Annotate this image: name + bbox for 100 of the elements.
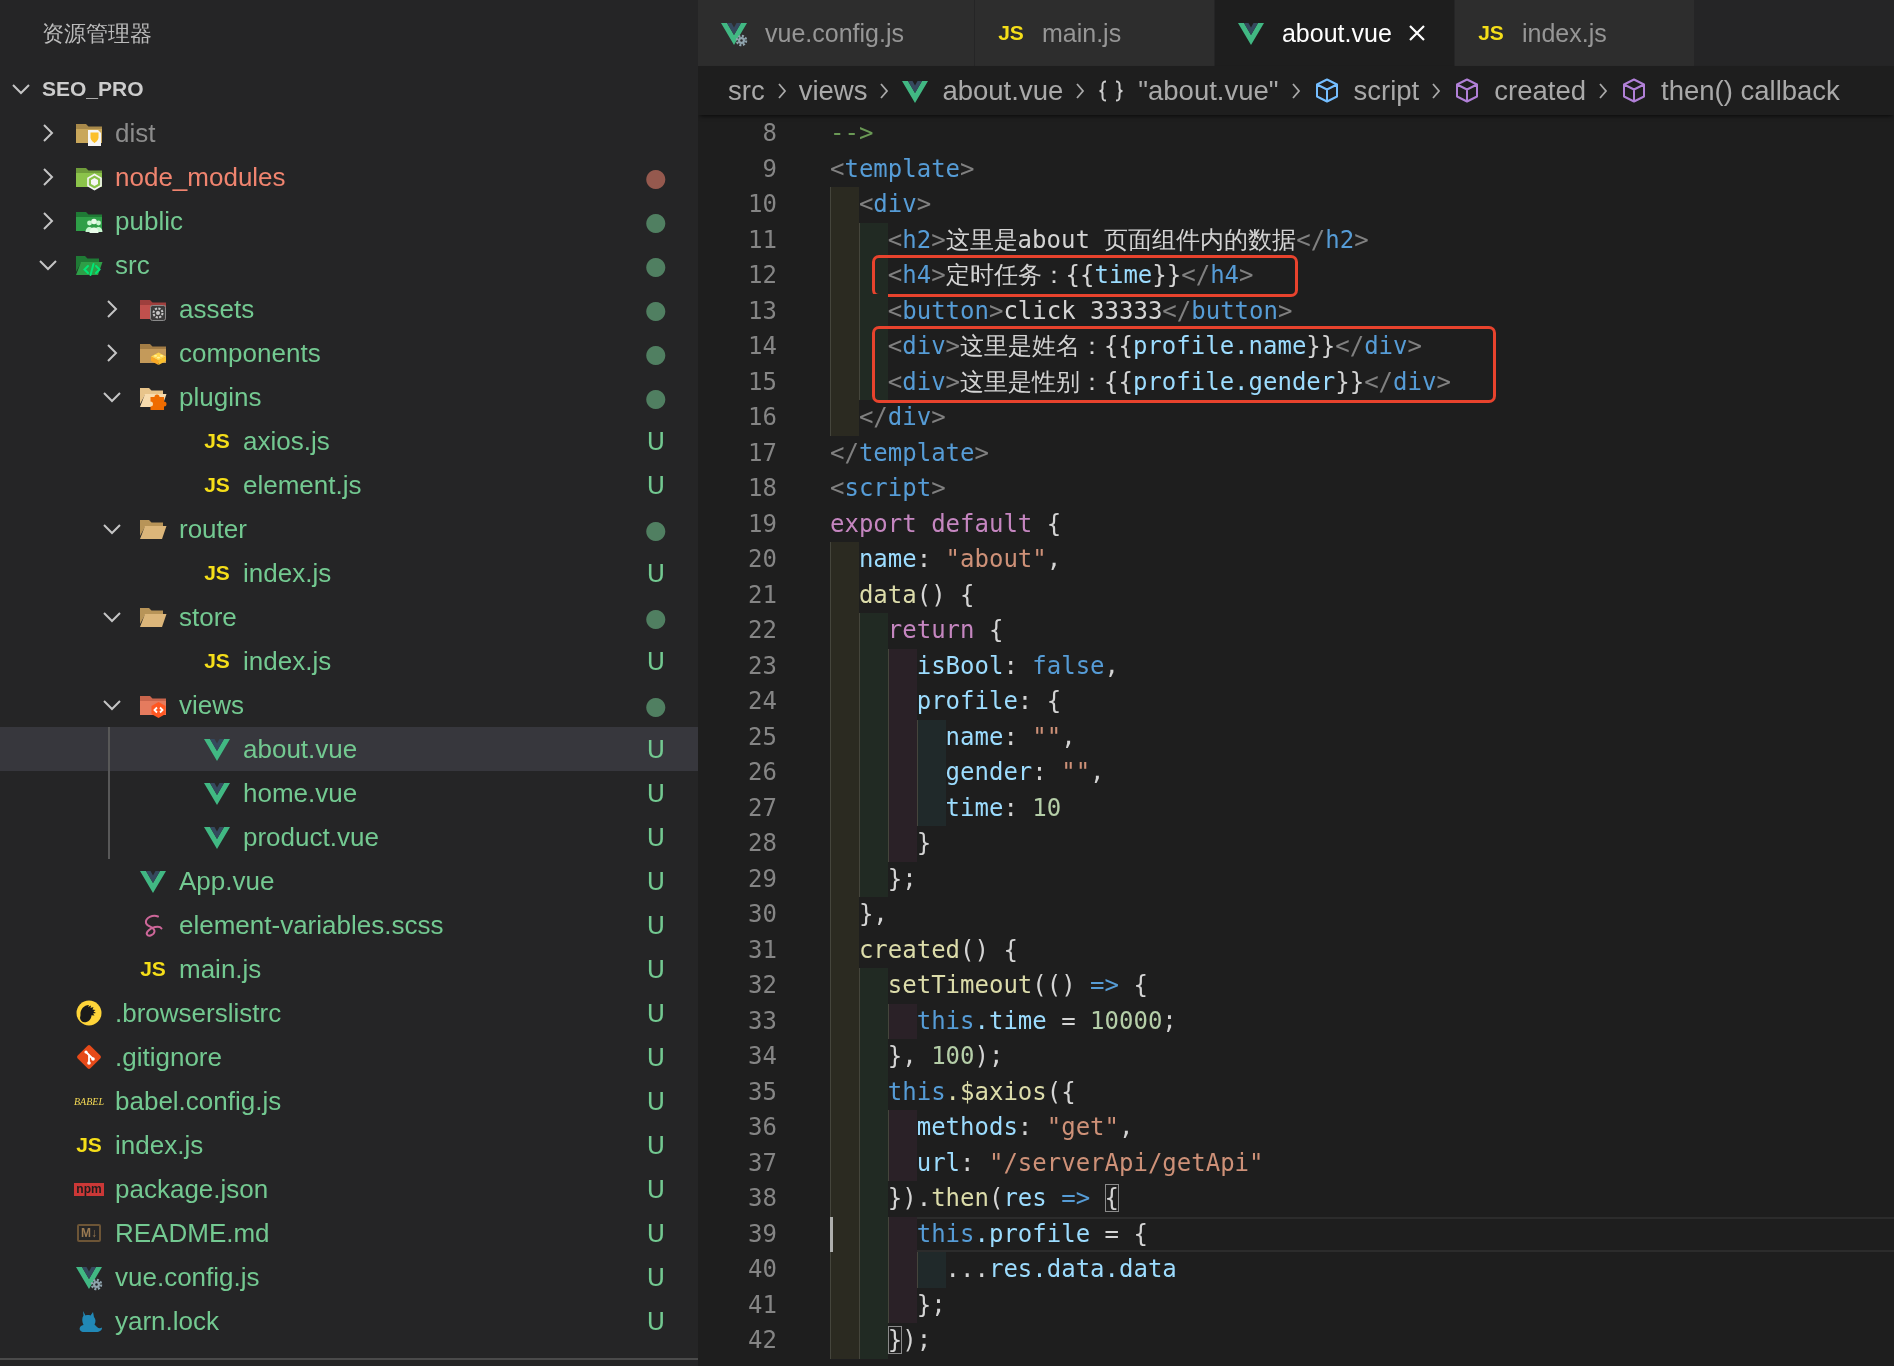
- breadcrumb-item[interactable]: about.vue: [901, 74, 1064, 107]
- breadcrumb-item[interactable]: views: [798, 74, 868, 107]
- project-header[interactable]: SEO_PRO: [0, 67, 698, 111]
- tree-item[interactable]: src ●: [0, 243, 698, 287]
- line-number: 20: [748, 545, 777, 573]
- tree-item[interactable]: plugins ●: [0, 375, 698, 419]
- text-cursor: [830, 1216, 833, 1252]
- editor-tab[interactable]: JS main.js: [974, 0, 1215, 66]
- tree-item[interactable]: .browserslistrc U: [0, 991, 698, 1035]
- tree-item[interactable]: assets ●: [0, 287, 698, 331]
- code-line: methods: "get",: [916, 1112, 1134, 1143]
- line-number: 29: [748, 864, 777, 893]
- tree-item[interactable]: public ●: [0, 199, 698, 243]
- git-status-label: U: [646, 560, 666, 586]
- breadcrumb-item[interactable]: script: [1312, 74, 1420, 107]
- js-label-icon: JS: [998, 21, 1024, 45]
- code-line: <button>click 33333</button>: [887, 295, 1293, 327]
- tree-item[interactable]: views ●: [0, 683, 698, 727]
- js-label-icon: JS: [204, 473, 230, 497]
- line-number: 15: [748, 367, 777, 396]
- code-line: url: "/serverApi/getApi": [916, 1147, 1264, 1179]
- tree-item[interactable]: JS main.js U: [0, 947, 698, 991]
- git-status-label: ●: [645, 384, 667, 410]
- line-number: 24: [748, 687, 777, 715]
- code-line: ...res.data.data: [945, 1254, 1177, 1285]
- tree-item[interactable]: npm package.json U: [0, 1167, 698, 1211]
- chevron-right-icon: [879, 81, 890, 100]
- editor-tab[interactable]: about.vue: [1214, 0, 1455, 66]
- tree-item[interactable]: JS element.js U: [0, 463, 698, 507]
- tree-item[interactable]: element-variables.scss U: [0, 903, 698, 947]
- code-line: this.$axios({: [887, 1076, 1076, 1108]
- line-number: 25: [748, 722, 777, 751]
- editor-tab[interactable]: JS index.js: [1454, 0, 1695, 66]
- tree-item[interactable]: yarn.lock U: [0, 1299, 698, 1343]
- code-line: gender: "",: [945, 757, 1105, 788]
- tree-item[interactable]: JS index.js U: [0, 639, 698, 683]
- line-number: 35: [748, 1077, 777, 1106]
- git-status-label: U: [646, 824, 666, 850]
- line-number: 19: [748, 509, 777, 538]
- line-number: 16: [748, 403, 777, 431]
- tree-item[interactable]: .gitignore U: [0, 1035, 698, 1079]
- line-number: 41: [748, 1290, 777, 1319]
- git-status-label: U: [646, 1132, 666, 1158]
- git-status-label: U: [646, 912, 666, 938]
- git-status-label: U: [646, 956, 666, 982]
- tree-item[interactable]: router ●: [0, 507, 698, 551]
- code-line: <script>: [830, 473, 946, 504]
- tree-item[interactable]: App.vue U: [0, 859, 698, 903]
- git-status-label: U: [646, 1000, 666, 1026]
- breadcrumb-item[interactable]: "about.vue": [1097, 74, 1279, 107]
- tree-item[interactable]: components ●: [0, 331, 698, 375]
- tree-item[interactable]: product.vue U: [0, 815, 698, 859]
- code-line: isBool: false,: [916, 650, 1119, 682]
- line-number: 26: [748, 758, 777, 786]
- tree-item[interactable]: home.vue U: [0, 771, 698, 815]
- line-number: 13: [748, 296, 777, 325]
- git-status-label: U: [646, 648, 666, 674]
- editor-tab[interactable]: vue.config.js: [698, 0, 975, 66]
- tree-item[interactable]: vue.config.js U: [0, 1255, 698, 1299]
- code-line: name: "about",: [858, 544, 1062, 575]
- line-number: 21: [748, 580, 777, 609]
- code-line: this.profile = {: [916, 1216, 1894, 1252]
- tree-item[interactable]: store ●: [0, 595, 698, 639]
- breadcrumb-item[interactable]: created: [1453, 74, 1586, 107]
- git-status-label: U: [646, 428, 666, 454]
- chevron-right-icon: [1290, 81, 1301, 100]
- line-number: 12: [748, 261, 777, 289]
- js-label-icon: JS: [76, 1133, 102, 1157]
- tree-item[interactable]: BABEL babel.config.js U: [0, 1079, 698, 1123]
- code-line: </template>: [830, 437, 989, 469]
- git-status-label: U: [646, 1088, 666, 1114]
- tree-item[interactable]: JS index.js U: [0, 1123, 698, 1167]
- line-number: 37: [748, 1148, 777, 1177]
- tree-item[interactable]: node_modules ●: [0, 155, 698, 199]
- code-line: <template>: [830, 153, 975, 185]
- code-line: }).then(res => {: [887, 1183, 1119, 1214]
- git-status-label: ●: [645, 296, 667, 322]
- git-status-label: U: [646, 472, 666, 498]
- breadcrumb-item[interactable]: then() callback: [1620, 74, 1840, 107]
- js-label-icon: JS: [140, 957, 166, 981]
- tree-item[interactable]: about.vue U: [0, 727, 698, 771]
- code-line: time: 10: [945, 792, 1062, 824]
- code-line: data() {: [858, 579, 975, 611]
- close-icon[interactable]: [1407, 24, 1426, 42]
- breadcrumb-item[interactable]: src: [728, 74, 765, 107]
- git-status-label: U: [646, 1308, 666, 1334]
- line-number: 18: [748, 474, 777, 502]
- code-line: }, 100);: [887, 1041, 1004, 1072]
- code-line: <h2>这里是about 页面组件内的数据</h2>: [887, 224, 1369, 256]
- git-status-label: ●: [645, 208, 667, 234]
- tree-item[interactable]: JS index.js U: [0, 551, 698, 595]
- line-number: 27: [748, 793, 777, 822]
- code-line: <div>这里是姓名：{{profile.name}}</div>: [887, 331, 1422, 362]
- code-line: };: [916, 1289, 946, 1321]
- git-status-label: ●: [645, 164, 667, 190]
- tree-item[interactable]: dist: [0, 111, 698, 155]
- git-status-label: U: [646, 868, 666, 894]
- tree-item[interactable]: JS axios.js U: [0, 419, 698, 463]
- chevron-right-icon: [776, 81, 787, 100]
- tree-item[interactable]: M↓ README.md U: [0, 1211, 698, 1255]
